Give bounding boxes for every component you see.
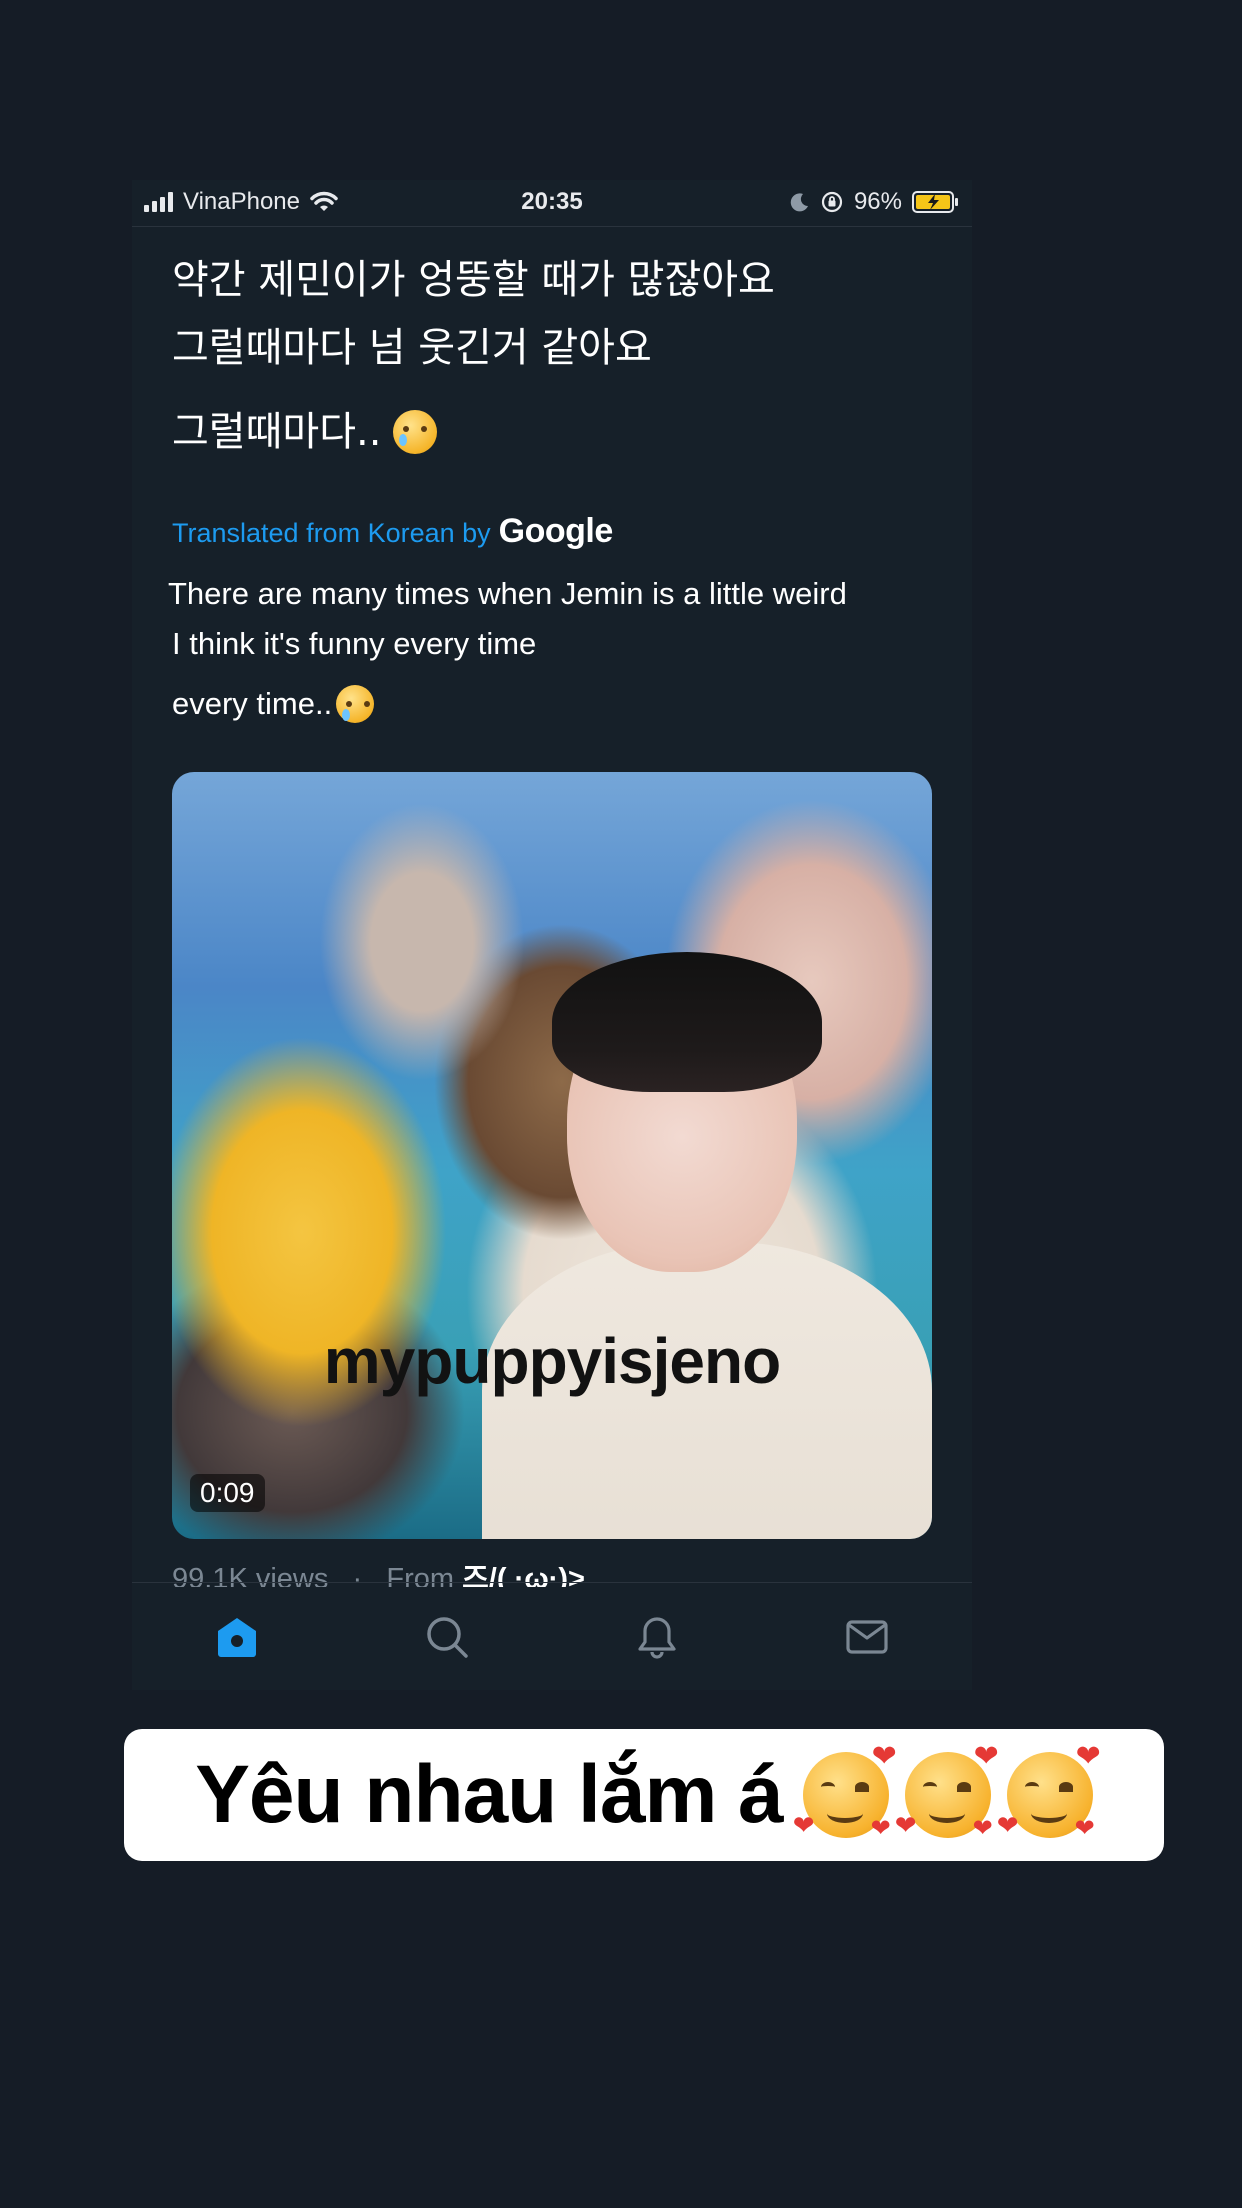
translation-line: There are many times when Jemin is a lit… [168, 576, 847, 611]
home-icon [218, 1618, 256, 1657]
smiling-face-with-hearts-emoji-icon: ❤ ❤ ❤ [996, 1740, 1101, 1843]
face-holding-back-tears-emoji-icon [393, 410, 438, 454]
phone-screenshot: VinaPhone 20:35 96% 약간 제민이가 엉뚱할 때가 많잖아요 … [132, 180, 972, 1690]
original-line: 그럴때마다.. [172, 409, 382, 455]
messages-icon [846, 1620, 888, 1654]
video-watermark: mypuppyisjeno [323, 1325, 781, 1397]
battery-percent: 96% [853, 188, 902, 215]
original-line: 그럴때마다 넘 웃긴거 같아요 [172, 325, 652, 371]
story-caption-sticker: Yêu nhau lắm á ❤ ❤ ❤ ❤ ❤ ❤ ❤ ❤ ❤ [124, 1729, 1164, 1861]
status-bar: VinaPhone 20:35 96% [132, 180, 972, 227]
smiling-face-with-hearts-emoji-icon: ❤ ❤ ❤ [894, 1740, 999, 1843]
caption-text: Yêu nhau lắm á [195, 1749, 784, 1840]
video-figure-hair [552, 952, 822, 1092]
status-right: 96% [790, 188, 960, 216]
original-line-with-emoji: 그럴때마다.. [172, 398, 932, 466]
moon-icon [790, 193, 808, 212]
tab-search[interactable] [417, 1607, 477, 1667]
google-logo: Google [498, 512, 614, 550]
tab-messages[interactable] [837, 1607, 897, 1667]
orientation-lock-icon [821, 191, 843, 213]
bottom-tab-bar [132, 1582, 972, 1691]
translation-line-with-emoji: every time.. [172, 679, 932, 729]
tweet-body: 약간 제민이가 엉뚱할 때가 많잖아요 그럴때마다 넘 웃긴거 같아요 그럴때마… [168, 246, 932, 729]
tab-notifications[interactable] [627, 1607, 687, 1667]
tweet-translation-text: There are many times when Jemin is a lit… [168, 569, 932, 729]
translation-line: I think it's funny every time [172, 626, 537, 661]
translated-label: Translated from Korean by [172, 518, 491, 548]
translation-attribution[interactable]: Translated from Korean by Google [172, 512, 932, 551]
video-thumbnail[interactable]: mypuppyisjeno 0:09 [172, 772, 932, 1539]
smiling-face-with-hearts-emoji-icon: ❤ ❤ ❤ [792, 1740, 897, 1843]
battery-charging-icon [912, 191, 958, 213]
face-holding-back-tears-emoji-icon [336, 685, 375, 723]
video-duration-badge: 0:09 [190, 1474, 265, 1512]
notifications-icon [638, 1617, 676, 1659]
tweet-original-text: 약간 제민이가 엉뚱할 때가 많잖아요 그럴때마다 넘 웃긴거 같아요 그럴때마… [172, 246, 932, 466]
search-icon [427, 1617, 468, 1658]
caption-emojis: ❤ ❤ ❤ ❤ ❤ ❤ ❤ ❤ ❤ [792, 1740, 1101, 1843]
original-line: 약간 제민이가 엉뚱할 때가 많잖아요 [172, 257, 775, 303]
translation-line: every time.. [172, 686, 333, 721]
tab-home[interactable] [207, 1607, 267, 1667]
